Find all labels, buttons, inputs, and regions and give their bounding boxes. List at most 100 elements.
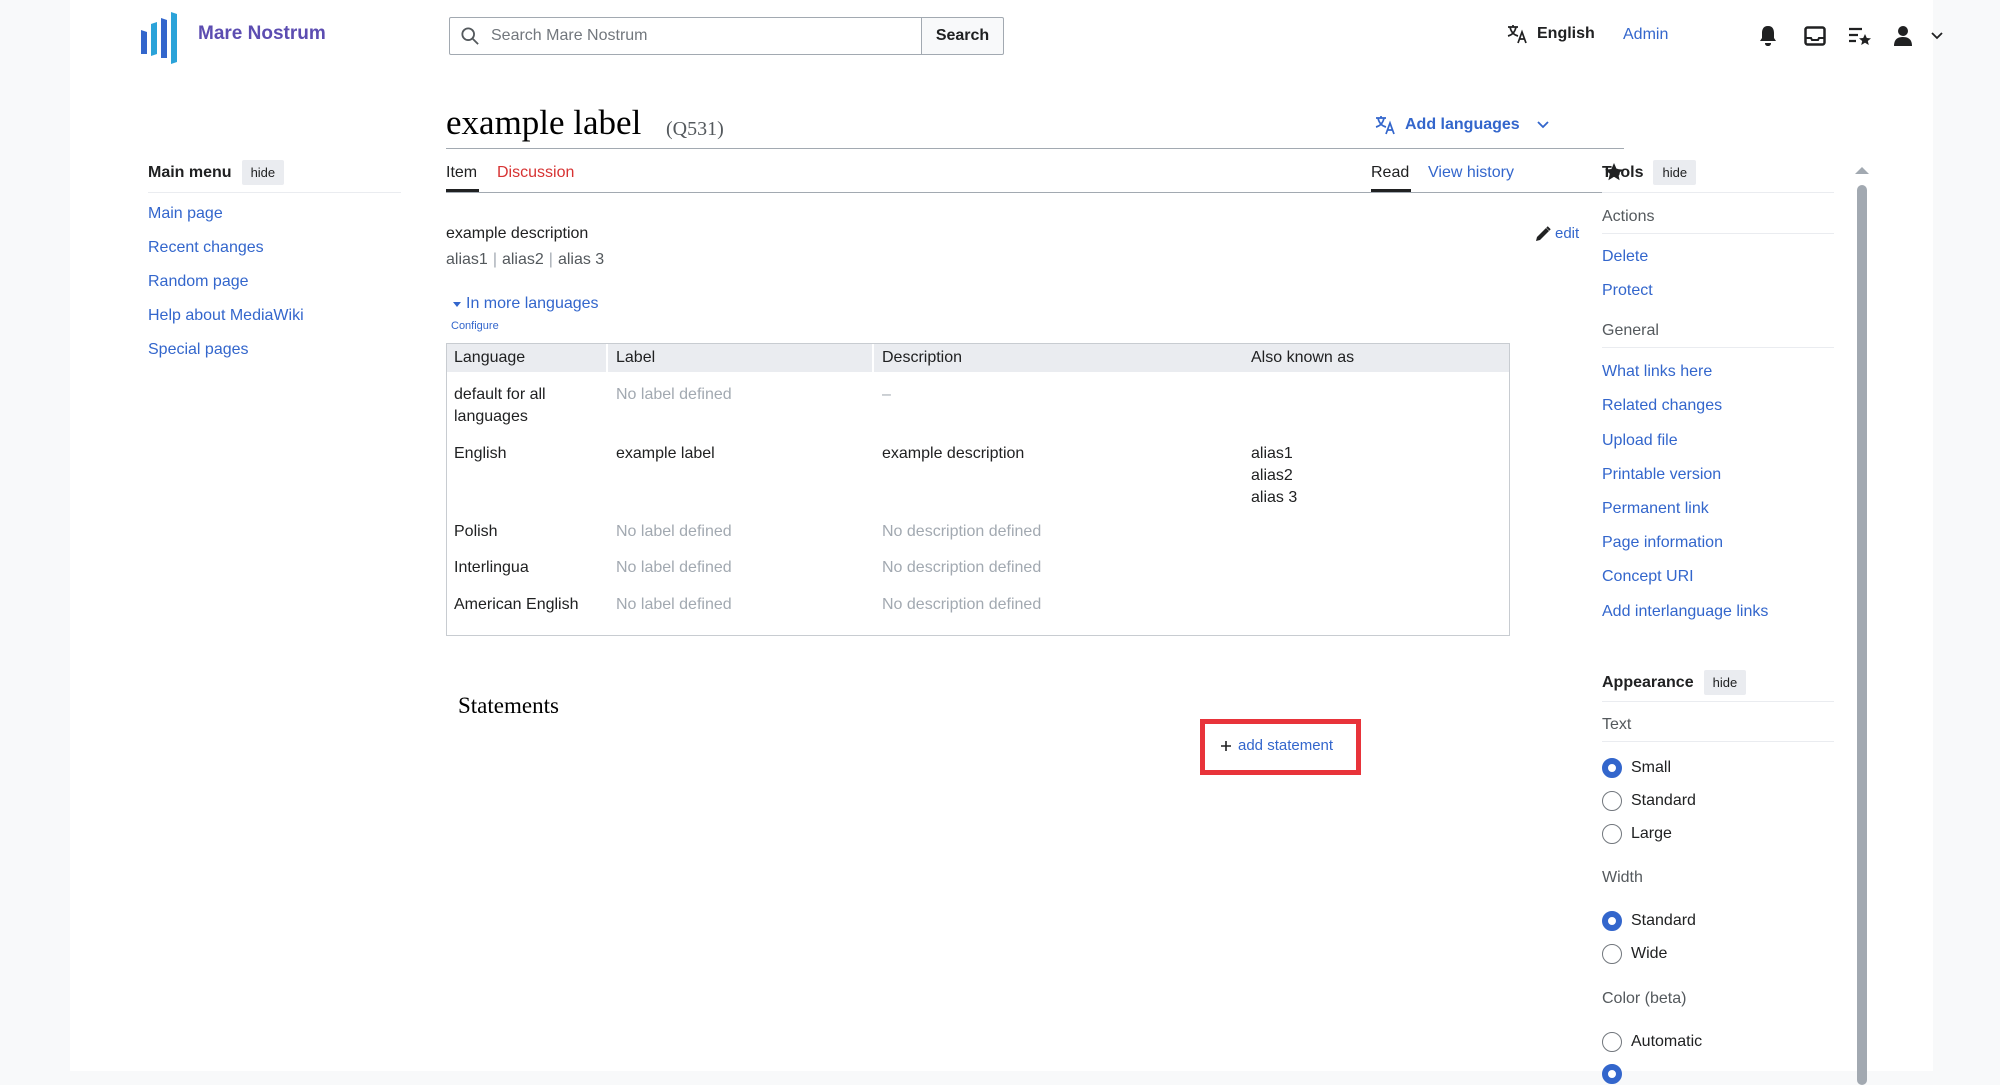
radio-color-partial[interactable]	[1602, 1064, 1622, 1084]
cell-description: No description defined	[882, 596, 1042, 613]
caret-down-icon	[453, 302, 461, 307]
add-languages-label: Add languages	[1405, 116, 1520, 133]
tool-add-interlanguage-links[interactable]: Add interlanguage links	[1602, 603, 1768, 621]
alias: alias 3	[557, 251, 605, 268]
tools-hide-button[interactable]: hide	[1653, 160, 1697, 185]
radio-button[interactable]	[1602, 1064, 1622, 1084]
tool-concept-uri[interactable]: Concept URI	[1602, 568, 1694, 586]
language-switcher[interactable]: English	[1507, 24, 1595, 44]
cell-language: American English	[454, 596, 579, 613]
alias: alias2	[501, 251, 544, 268]
watchlist-icon[interactable]	[1847, 23, 1873, 49]
radio-color-automatic[interactable]: Automatic	[1602, 1032, 1702, 1052]
statements-heading: Statements	[458, 693, 559, 718]
search-box[interactable]	[449, 17, 922, 55]
radio-button[interactable]	[1602, 791, 1622, 811]
scroll-up-arrow-icon[interactable]	[1852, 163, 1872, 181]
menu-item-main-page[interactable]: Main page	[148, 205, 223, 222]
tab-read[interactable]: Read	[1371, 164, 1409, 182]
tool-related-changes[interactable]: Related changes	[1602, 397, 1722, 415]
tab-discussion[interactable]: Discussion	[497, 164, 574, 182]
appearance-hide-button[interactable]: hide	[1703, 670, 1747, 695]
radio-width-wide[interactable]: Wide	[1602, 944, 1667, 964]
cell-description: –	[882, 386, 891, 403]
radio-label: Small	[1631, 759, 1672, 776]
site-logo[interactable]	[135, 8, 185, 66]
site-name[interactable]: Mare Nostrum	[198, 23, 326, 45]
cell-description: example description	[882, 445, 1025, 462]
divider	[1602, 192, 1834, 193]
edit-button[interactable]: edit	[1535, 225, 1579, 242]
tool-permanent-link[interactable]: Permanent link	[1602, 500, 1709, 518]
tools-title: Tools	[1602, 163, 1644, 181]
width-heading: Width	[1602, 869, 1643, 886]
radio-label: Wide	[1631, 945, 1668, 962]
page-title: example label	[446, 103, 642, 142]
text-size-heading: Text	[1602, 716, 1632, 733]
main-menu-title: Main menu	[148, 163, 232, 181]
radio-button[interactable]	[1602, 758, 1622, 778]
radio-label: Standard	[1631, 792, 1696, 809]
scrollbar-thumb[interactable]	[1857, 185, 1867, 1085]
column-header: Language	[454, 349, 526, 366]
notifications-bell-icon[interactable]	[1755, 23, 1781, 49]
radio-text-large[interactable]: Large	[1602, 824, 1672, 844]
tab-view-history[interactable]: View history	[1428, 164, 1514, 182]
item-id: (Q531)	[666, 118, 724, 140]
cell-alias: alias2	[1251, 467, 1293, 484]
search-input[interactable]	[489, 26, 889, 46]
radio-label: Standard	[1631, 912, 1696, 929]
menu-item-recent-changes[interactable]: Recent changes	[148, 239, 264, 256]
radio-text-standard[interactable]: Standard	[1602, 791, 1696, 811]
radio-button[interactable]	[1602, 911, 1622, 931]
tool-page-information[interactable]: Page information	[1602, 534, 1723, 552]
tool-printable-version[interactable]: Printable version	[1602, 466, 1721, 484]
add-statement-label: add statement	[1238, 737, 1334, 754]
tab-item[interactable]: Item	[446, 164, 477, 182]
cell-label: No label defined	[616, 523, 732, 540]
cell-label: No label defined	[616, 386, 732, 403]
main-menu-header: Main menu hide	[148, 160, 285, 185]
appearance-title: Appearance	[1602, 673, 1694, 691]
radio-text-small[interactable]: Small	[1602, 758, 1671, 778]
appearance-header: Appearance hide	[1602, 670, 1747, 695]
item-aliases: alias1 | alias2 | alias 3	[446, 251, 605, 268]
user-link[interactable]: Admin	[1623, 26, 1668, 44]
cell-language: Interlingua	[454, 559, 529, 576]
tool-what-links-here[interactable]: What links here	[1602, 363, 1712, 381]
radio-button[interactable]	[1602, 944, 1622, 964]
radio-button[interactable]	[1602, 824, 1622, 844]
cell-language: default for all languages	[454, 386, 546, 425]
add-statement-button[interactable]: add statement	[1220, 737, 1333, 754]
divider	[1602, 347, 1834, 348]
main-menu-hide-button[interactable]: hide	[241, 160, 285, 185]
divider	[1602, 701, 1834, 702]
radio-button[interactable]	[1602, 1032, 1622, 1052]
menu-item-random-page[interactable]: Random page	[148, 273, 249, 290]
title-divider	[446, 148, 1624, 149]
configure-link[interactable]: Configure	[451, 320, 499, 332]
user-avatar-icon[interactable]	[1890, 23, 1916, 49]
table-header: Language Label Description Also known as	[447, 344, 1509, 372]
tool-upload-file[interactable]: Upload file	[1602, 432, 1678, 450]
tool-protect[interactable]: Protect	[1602, 282, 1653, 300]
cell-alias: alias1	[1251, 445, 1293, 462]
cell-label: No label defined	[616, 559, 732, 576]
in-more-languages-toggle[interactable]: In more languages	[452, 295, 599, 313]
radio-width-standard[interactable]: Standard	[1602, 911, 1696, 931]
cell-language: Polish	[454, 523, 498, 540]
search-button[interactable]: Search	[921, 17, 1004, 55]
user-menu-chevron-down-icon[interactable]	[1924, 23, 1950, 49]
menu-item-help[interactable]: Help about MediaWiki	[148, 307, 304, 324]
radio-label: Large	[1631, 825, 1672, 842]
cell-label: example label	[616, 445, 715, 462]
chevron-down-icon	[1537, 121, 1549, 129]
column-header: Description	[882, 349, 963, 366]
tool-delete[interactable]: Delete	[1602, 248, 1648, 266]
add-languages-button[interactable]: Add languages	[1375, 115, 1550, 135]
pencil-icon	[1536, 225, 1551, 241]
notices-tray-icon[interactable]	[1802, 23, 1828, 49]
radio-label: Automatic	[1631, 1033, 1703, 1050]
menu-item-special-pages[interactable]: Special pages	[148, 341, 249, 358]
languages-table: Language Label Description Also known as…	[446, 343, 1510, 636]
